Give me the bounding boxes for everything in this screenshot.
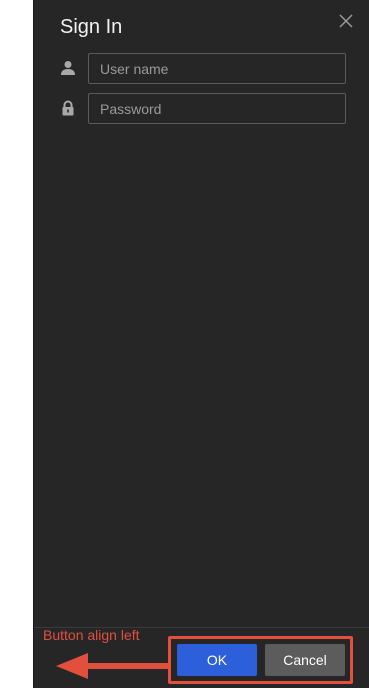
- cancel-button[interactable]: Cancel: [265, 644, 345, 676]
- close-icon: [339, 14, 353, 28]
- username-input[interactable]: [88, 53, 346, 84]
- user-icon: [61, 61, 75, 75]
- screen: Sign In Button align left: [0, 0, 369, 688]
- password-input[interactable]: [88, 93, 346, 124]
- close-button[interactable]: [337, 12, 355, 30]
- username-row: [60, 53, 346, 84]
- left-arrow-icon: [56, 653, 170, 679]
- password-row: [60, 93, 346, 124]
- annotation-label: Button align left: [43, 627, 140, 643]
- dialog-title: Sign In: [60, 16, 123, 38]
- lock-icon: [62, 100, 74, 116]
- ok-button[interactable]: OK: [177, 644, 257, 676]
- sign-in-dialog: Sign In: [33, 0, 369, 688]
